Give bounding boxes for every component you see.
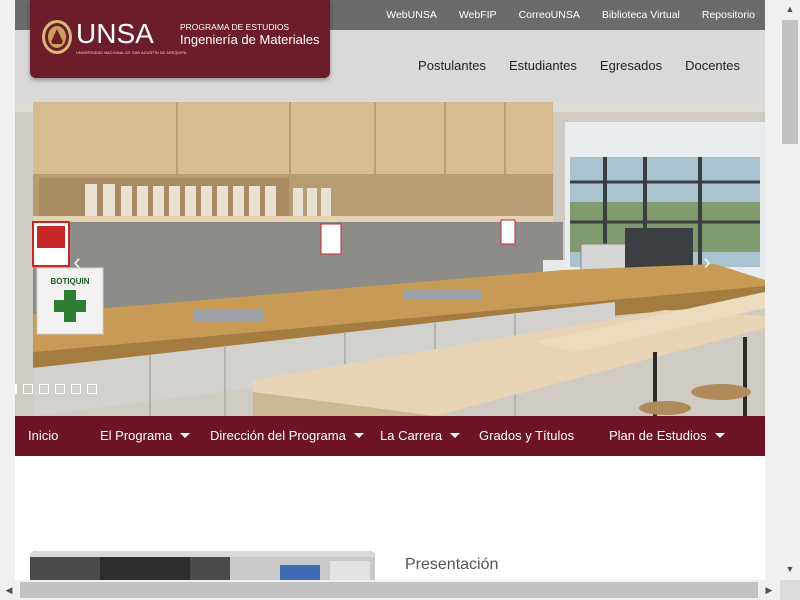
section-title: Presentación [405, 556, 499, 573]
university-seal-icon [42, 20, 72, 54]
program-nav: Inicio El Programa Dirección del Program… [15, 416, 765, 456]
chevron-down-icon [714, 433, 725, 438]
site-logo[interactable]: UNSA UNIVERSIDAD NACIONAL DE SAN AGUSTÍN… [30, 0, 330, 78]
carousel-prev-icon[interactable]: ‹ [67, 250, 87, 274]
web-page: WebUNSA WebFIP CorreoUNSA Biblioteca Vir… [15, 0, 765, 580]
logo-university-name: UNIVERSIDAD NACIONAL DE SAN AGUSTÍN DE A… [76, 51, 187, 55]
audience-nav: Postulantes Estudiantes Egresados Docent… [418, 58, 740, 73]
lab-interior-photo [30, 551, 375, 580]
link-correounsa[interactable]: CorreoUNSA [519, 9, 580, 21]
logo-wordmark: UNSA [76, 18, 154, 49]
nav-el-programa[interactable]: El Programa [100, 428, 191, 443]
vertical-scrollbar[interactable]: ▲ ▼ [780, 0, 800, 580]
carousel-dot-6[interactable] [87, 384, 97, 394]
nav-inicio-label: Inicio [28, 428, 59, 443]
nav-el-programa-label: El Programa [100, 428, 173, 443]
program-label: PROGRAMA DE ESTUDIOS [180, 22, 290, 32]
botiquin-sign-text: BOTIQUIN [50, 277, 89, 286]
nav-plan-de-estudios[interactable]: Plan de Estudios [609, 428, 725, 443]
scroll-right-icon[interactable]: ▶ [760, 580, 778, 600]
link-biblioteca-virtual[interactable]: Biblioteca Virtual [602, 9, 680, 21]
carousel-dot-2[interactable] [23, 384, 33, 394]
program-name: Ingeniería de Materiales [180, 32, 320, 47]
scroll-up-icon[interactable]: ▲ [780, 0, 800, 18]
nav-plan-label: Plan de Estudios [609, 428, 707, 443]
nav-direccion-label: Dirección del Programa [210, 428, 346, 443]
vertical-scroll-thumb[interactable] [782, 20, 798, 144]
carousel-dot-5[interactable] [71, 384, 81, 394]
carousel-dot-1[interactable] [15, 384, 17, 394]
nav-grados-label: Grados y Títulos [479, 428, 575, 443]
nav-grados-y-titulos[interactable]: Grados y Títulos [479, 428, 574, 443]
chevron-down-icon [450, 433, 461, 438]
horizontal-scroll-thumb[interactable] [20, 582, 758, 598]
chevron-down-icon [353, 433, 364, 438]
utility-links: WebUNSA WebFIP CorreoUNSA Biblioteca Vir… [386, 0, 755, 30]
link-repositorio[interactable]: Repositorio [702, 9, 755, 21]
hero-carousel: BOTIQUIN ‹ › [15, 102, 765, 416]
nav-inicio[interactable]: Inicio [28, 428, 58, 443]
chevron-down-icon [180, 433, 191, 438]
carousel-next-icon[interactable]: › [697, 250, 717, 274]
lab-photo: BOTIQUIN [15, 102, 765, 416]
scroll-down-icon[interactable]: ▼ [780, 560, 800, 578]
nav-la-carrera-label: La Carrera [380, 428, 443, 443]
link-webfip[interactable]: WebFIP [459, 9, 497, 21]
nav-estudiantes[interactable]: Estudiantes [509, 58, 577, 73]
horizontal-scrollbar[interactable]: ◀ ▶ [0, 580, 780, 600]
browser-viewport: WebUNSA WebFIP CorreoUNSA Biblioteca Vir… [0, 0, 780, 580]
nav-direccion-del-programa[interactable]: Dirección del Programa [210, 428, 364, 443]
nav-postulantes[interactable]: Postulantes [418, 58, 486, 73]
scrollbar-corner [780, 580, 800, 600]
link-webunsa[interactable]: WebUNSA [386, 9, 437, 21]
nav-la-carrera[interactable]: La Carrera [380, 428, 461, 443]
presentation-image [30, 551, 375, 580]
carousel-indicators [15, 384, 97, 394]
nav-egresados[interactable]: Egresados [600, 58, 662, 73]
carousel-dot-4[interactable] [55, 384, 65, 394]
scroll-left-icon[interactable]: ◀ [0, 580, 18, 600]
nav-docentes[interactable]: Docentes [685, 58, 740, 73]
carousel-dot-3[interactable] [39, 384, 49, 394]
